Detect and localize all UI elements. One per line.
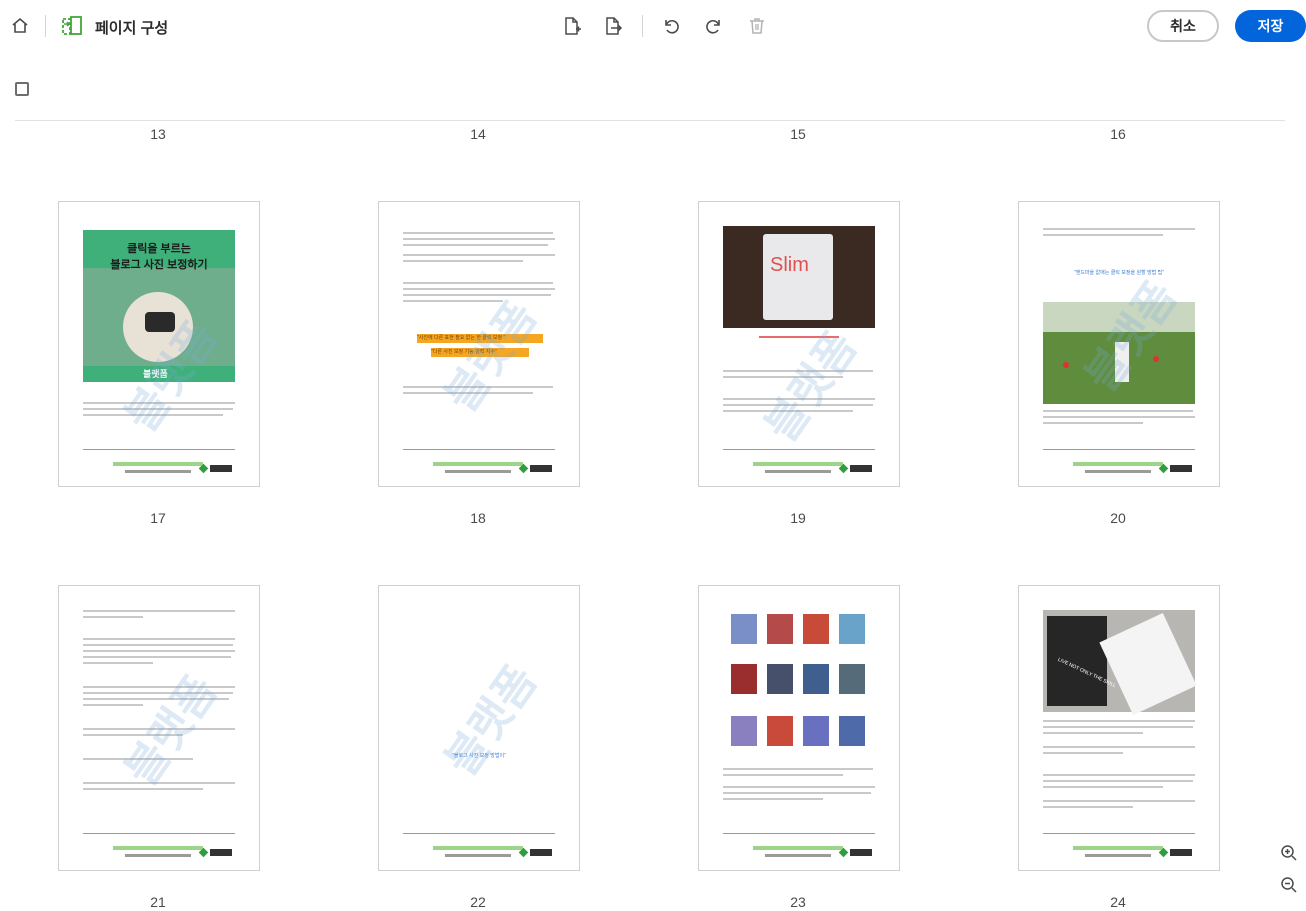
page-number: 24 [1110,894,1126,910]
page-thumbnail[interactable]: "핸드마을 없애는 클릭 보정을 원할 방법 팁" 블랫폼 [1018,201,1220,487]
page-number: 14 [470,126,486,142]
page-thumbnail[interactable]: Slim 블랫폼 [698,201,900,487]
page-thumbnail[interactable]: 클릭을 부르는 블로그 사진 보정하기 블랫폼 블랫폼 [58,201,260,487]
banner-title: 클릭을 부르는 [127,243,191,255]
highlighted-quote: "다른 사진 보정 기능 강력 지수" [431,348,529,357]
select-all-checkbox[interactable] [15,82,29,96]
page-thumbnail[interactable] [698,585,900,871]
insert-page-icon[interactable] [559,14,583,38]
brand-label: 블랫폼 [143,369,168,379]
product-photo: Slim [723,226,875,328]
page-thumbnail[interactable]: "블로그 사진 보정 방법이" 블랫폼 [378,585,580,871]
page-thumbnail[interactable]: 블랫폼 [58,585,260,871]
page-number: 20 [1110,510,1126,526]
product-text: Slim [770,254,809,276]
page-number: 22 [470,894,486,910]
banner-title: 블로그 사진 보정하기 [110,259,208,271]
cancel-button[interactable]: 취소 [1147,10,1219,42]
save-button[interactable]: 저장 [1235,10,1306,42]
blue-quote: "블로그 사진 보정 방법이" [452,753,506,759]
blue-quote: "핸드마을 없애는 클릭 보정을 원할 방법 팁" [1073,270,1165,276]
toolbar: 페이지 구성 취소 저장 [0,0,1306,52]
product-grid [723,610,875,760]
page-number: 17 [150,510,166,526]
banner-image: 클릭을 부르는 블로그 사진 보정하기 블랫폼 [83,230,235,382]
organize-pages-icon [60,14,84,38]
divider [15,120,1285,121]
page-number: 15 [790,126,806,142]
page-number: 19 [790,510,806,526]
page-number: 18 [470,510,486,526]
field-photo [1043,302,1195,404]
page-title: 페이지 구성 [95,20,169,37]
page-thumbnail[interactable]: "사진에 다른 표현 필요 없는 한 클릭 보정 " "다른 사진 보정 기능 … [378,201,580,487]
page-number: 21 [150,894,166,910]
toolbar-divider [642,15,643,37]
page-number: 16 [1110,126,1126,142]
undo-icon[interactable] [659,14,683,38]
home-icon[interactable] [8,14,32,38]
page-thumbnail[interactable]: LIVE NOT ONLY THE SKILL [1018,585,1220,871]
page-number: 23 [790,894,806,910]
highlighted-quote: "사진에 다른 표현 필요 없는 한 클릭 보정 " [417,334,543,343]
extract-page-icon[interactable] [601,14,625,38]
zoom-out-icon[interactable] [1276,872,1302,898]
redo-icon[interactable] [702,14,726,38]
page-number: 13 [150,126,166,142]
zoom-in-icon[interactable] [1276,840,1302,866]
watermark: 블랫폼 [436,656,547,785]
toolbar-divider [45,15,46,37]
delete-icon[interactable] [745,14,769,38]
product-photo: LIVE NOT ONLY THE SKILL [1043,610,1197,716]
